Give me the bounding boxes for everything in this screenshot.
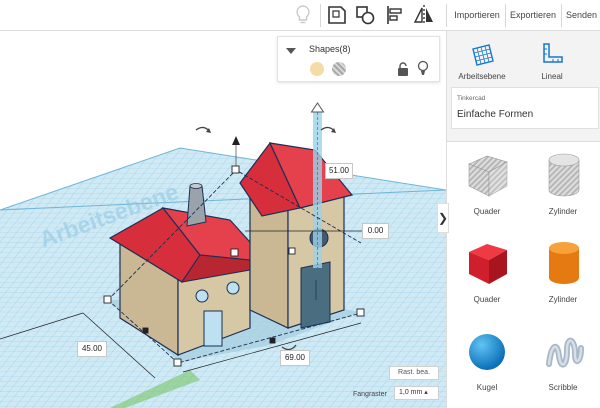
- cylinder-icon: [549, 242, 579, 284]
- export-button[interactable]: Exportieren: [506, 0, 560, 31]
- shape-tile-sphere[interactable]: Kugel: [449, 322, 525, 408]
- import-button[interactable]: Importieren: [449, 0, 505, 31]
- height-arrow-icon[interactable]: [310, 102, 325, 113]
- sphere-icon: [469, 334, 505, 370]
- shape-label: Zylinder: [548, 207, 578, 216]
- shape-tile-box[interactable]: Quader: [449, 234, 525, 320]
- snap-grid-select[interactable]: 1,0 mm ▴: [394, 386, 439, 400]
- shape-inspector: Shapes(8): [277, 36, 440, 82]
- align-icon[interactable]: [383, 3, 407, 27]
- shape-library-dropdown[interactable]: Tinkercad Einfache Formen: [451, 87, 599, 129]
- panel-collapse-chevron-icon[interactable]: ❯: [437, 203, 449, 233]
- lock-icon[interactable]: [397, 62, 409, 76]
- shape-tile-box-hole[interactable]: Quader: [449, 146, 525, 232]
- shape-grid: Quader Zylinder Quader Zylinder Kugel Sc…: [447, 141, 600, 408]
- box-icon: [469, 244, 507, 284]
- ungroup-icon[interactable]: [353, 3, 377, 27]
- shape-label: Scribble: [548, 383, 578, 392]
- ruler-button-label: Lineal: [541, 72, 563, 81]
- shape-label: Kugel: [476, 383, 498, 392]
- top-toolbar: Importieren Exportieren Senden a: [0, 0, 600, 31]
- height-dimension-label[interactable]: 51.00: [325, 163, 353, 179]
- cylinder-hole-icon: [548, 153, 580, 197]
- right-panel: Arbeitsebene Lineal Tinkercad Einfache F…: [446, 31, 600, 408]
- workplane-grid-icon: [472, 44, 494, 66]
- visibility-light-icon[interactable]: [417, 60, 429, 76]
- workplane-viewport[interactable]: Arbeitsebene 51.00 0.00 45.00 69.00: [0, 31, 446, 408]
- width-dimension-label[interactable]: 69.00: [280, 350, 310, 366]
- toolbar-separator: [320, 4, 321, 27]
- tinkercad-app: Importieren Exportieren Senden a Arbeits…: [0, 0, 600, 408]
- group-icon[interactable]: [325, 3, 349, 27]
- ruler-icon: [543, 43, 563, 63]
- shape-tile-cylinder-hole[interactable]: Zylinder: [525, 146, 600, 232]
- scribble-icon: [546, 337, 584, 368]
- library-category: Tinkercad: [457, 95, 486, 102]
- workplane-button-label: Arbeitsebene: [458, 72, 506, 81]
- inspector-title: Shapes(8): [309, 44, 351, 54]
- shape-label: Zylinder: [548, 295, 578, 304]
- shape-label: Quader: [473, 207, 501, 216]
- hole-swatch[interactable]: [332, 62, 346, 76]
- lightbulb-icon[interactable]: [291, 3, 315, 27]
- ruler-button[interactable]: Lineal: [517, 39, 587, 81]
- edit-grid-button[interactable]: Rast. bea.: [389, 366, 439, 380]
- shape-tile-cylinder[interactable]: Zylinder: [525, 234, 600, 320]
- shape-tile-scribble[interactable]: Scribble: [525, 322, 600, 408]
- toolbar-separator: [446, 4, 447, 27]
- elevation-dimension-label[interactable]: 0.00: [362, 223, 389, 239]
- depth-dimension-label[interactable]: 45.00: [77, 341, 107, 357]
- workplane-scene[interactable]: Arbeitsebene: [0, 31, 446, 408]
- collapse-toggle-icon[interactable]: [286, 48, 296, 54]
- shape-label: Quader: [473, 295, 501, 304]
- workplane-button[interactable]: Arbeitsebene: [447, 39, 517, 81]
- snap-grid-label: Fangraster: [353, 391, 387, 398]
- mirror-icon[interactable]: [412, 3, 436, 27]
- solid-color-swatch[interactable]: [310, 62, 324, 76]
- lift-handle-icon[interactable]: [232, 136, 240, 145]
- box-hole-icon: [468, 155, 508, 197]
- library-name: Einfache Formen: [457, 109, 534, 120]
- send-to-button[interactable]: Senden a: [562, 0, 600, 31]
